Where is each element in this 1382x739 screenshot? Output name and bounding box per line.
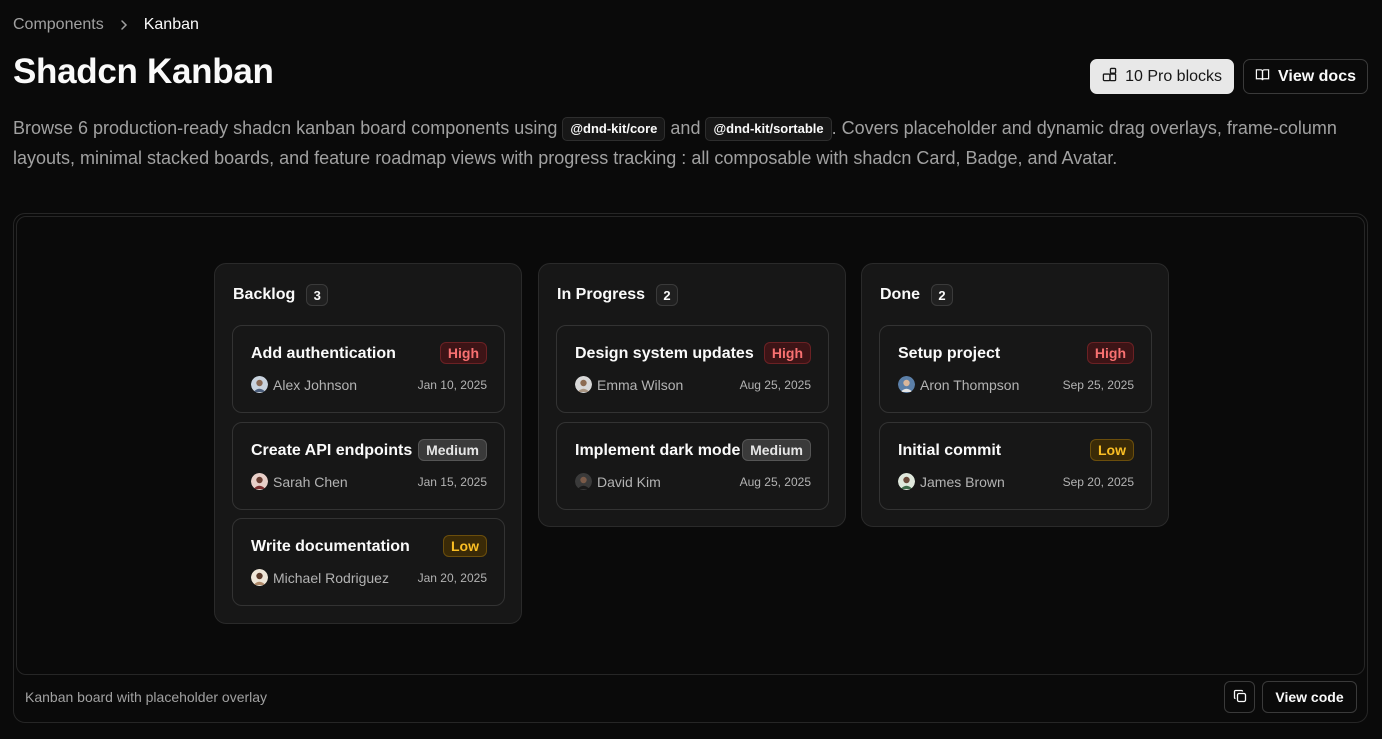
avatar <box>575 473 592 490</box>
description-part-2: and <box>665 118 706 138</box>
kanban-card[interactable]: Add authentication High Alex Johnson Jan… <box>232 325 505 413</box>
book-open-icon <box>1255 67 1270 87</box>
card-date: Jan 10, 2025 <box>417 378 487 392</box>
priority-badge: Low <box>443 535 487 557</box>
pro-blocks-button[interactable]: 10 Pro blocks <box>1090 59 1235 94</box>
preview-canvas: Backlog 3 Add authentication High Alex J… <box>16 216 1365 675</box>
card-title: Add authentication <box>251 345 396 362</box>
card-assignee: Sarah Chen <box>251 473 348 490</box>
card-date: Sep 25, 2025 <box>1062 378 1134 392</box>
priority-badge: High <box>1086 342 1134 364</box>
view-docs-button[interactable]: View docs <box>1243 59 1368 94</box>
column-count: 2 <box>656 284 679 306</box>
card-date: Aug 25, 2025 <box>739 475 811 489</box>
card-title: Setup project <box>898 345 1001 362</box>
column-header: In Progress 2 <box>557 284 679 306</box>
page-title: Shadcn Kanban <box>13 52 274 91</box>
code-chip-dnd-kit-sortable: @dnd-kit/sortable <box>705 117 832 141</box>
kanban-column-done: Done 2 Setup project High Aron Thompson … <box>861 263 1169 527</box>
kanban-card[interactable]: Implement dark mode Medium David Kim Aug… <box>556 422 829 510</box>
column-count: 2 <box>931 284 953 306</box>
card-title: Create API endpoints <box>251 442 413 459</box>
description-part-1: Browse 6 production-ready shadcn kanban … <box>13 118 563 138</box>
priority-badge: Medium <box>418 439 487 461</box>
priority-badge: High <box>439 342 487 364</box>
kanban-card[interactable]: Initial commit Low James Brown Sep 20, 2… <box>879 422 1152 510</box>
card-date: Sep 20, 2025 <box>1062 475 1134 489</box>
kanban-card[interactable]: Write documentation Low Michael Rodrigue… <box>232 518 505 606</box>
page-description: Browse 6 production-ready shadcn kanban … <box>13 113 1368 173</box>
kanban-card[interactable]: Setup project High Aron Thompson Sep 25,… <box>879 325 1152 413</box>
preview-caption: Kanban board with placeholder overlay <box>25 689 268 705</box>
priority-badge: Low <box>1090 439 1134 461</box>
avatar <box>575 376 592 393</box>
breadcrumb: Components Kanban <box>13 16 199 34</box>
card-title: Implement dark mode <box>575 442 741 459</box>
copy-button[interactable] <box>1224 681 1255 713</box>
blocks-icon <box>1102 67 1117 87</box>
card-date: Aug 25, 2025 <box>739 378 811 392</box>
card-assignee: Michael Rodriguez <box>251 569 389 586</box>
column-header: Backlog 3 <box>233 284 329 306</box>
code-chip-dnd-kit-core: @dnd-kit/core <box>562 117 666 141</box>
priority-badge: Medium <box>742 439 811 461</box>
breadcrumb-components-link[interactable]: Components <box>13 16 104 34</box>
priority-badge: High <box>763 342 811 364</box>
assignee-name: Aron Thompson <box>920 376 1020 393</box>
card-date: Jan 15, 2025 <box>417 475 487 489</box>
assignee-name: David Kim <box>597 473 661 490</box>
avatar <box>251 569 268 586</box>
card-date: Jan 20, 2025 <box>417 571 487 585</box>
kanban-card[interactable]: Create API endpoints Medium Sarah Chen J… <box>232 422 505 510</box>
assignee-name: Michael Rodriguez <box>273 569 389 586</box>
column-count: 3 <box>306 284 329 306</box>
chevron-right-icon <box>118 19 130 31</box>
kanban-column-in-progress: In Progress 2 Design system updates High… <box>538 263 846 527</box>
assignee-name: Emma Wilson <box>597 376 684 393</box>
pro-blocks-label: 10 Pro blocks <box>1125 67 1223 85</box>
kanban-card[interactable]: Design system updates High Emma Wilson A… <box>556 325 829 413</box>
assignee-name: Sarah Chen <box>273 473 348 490</box>
card-assignee: Alex Johnson <box>251 376 357 393</box>
avatar <box>251 376 268 393</box>
component-preview: Backlog 3 Add authentication High Alex J… <box>13 213 1368 723</box>
card-assignee: James Brown <box>898 473 1005 490</box>
assignee-name: James Brown <box>920 473 1005 490</box>
card-title: Write documentation <box>251 538 410 555</box>
avatar <box>898 473 915 490</box>
card-assignee: Aron Thompson <box>898 376 1019 393</box>
card-assignee: David Kim <box>575 473 661 490</box>
card-title: Initial commit <box>898 442 1002 459</box>
assignee-name: Alex Johnson <box>273 376 358 393</box>
column-title: In Progress <box>557 286 646 303</box>
column-header: Done 2 <box>880 284 953 306</box>
avatar <box>898 376 915 393</box>
column-title: Done <box>880 286 920 303</box>
view-code-button[interactable]: View code <box>1262 681 1357 713</box>
card-title: Design system updates <box>575 345 754 362</box>
header-actions: 10 Pro blocks View docs <box>1090 59 1368 94</box>
avatar <box>251 473 268 490</box>
view-docs-label: View docs <box>1278 67 1356 85</box>
column-title: Backlog <box>233 286 296 303</box>
copy-icon <box>1233 689 1247 706</box>
card-assignee: Emma Wilson <box>575 376 683 393</box>
kanban-column-backlog: Backlog 3 Add authentication High Alex J… <box>214 263 522 624</box>
breadcrumb-current: Kanban <box>143 16 199 33</box>
